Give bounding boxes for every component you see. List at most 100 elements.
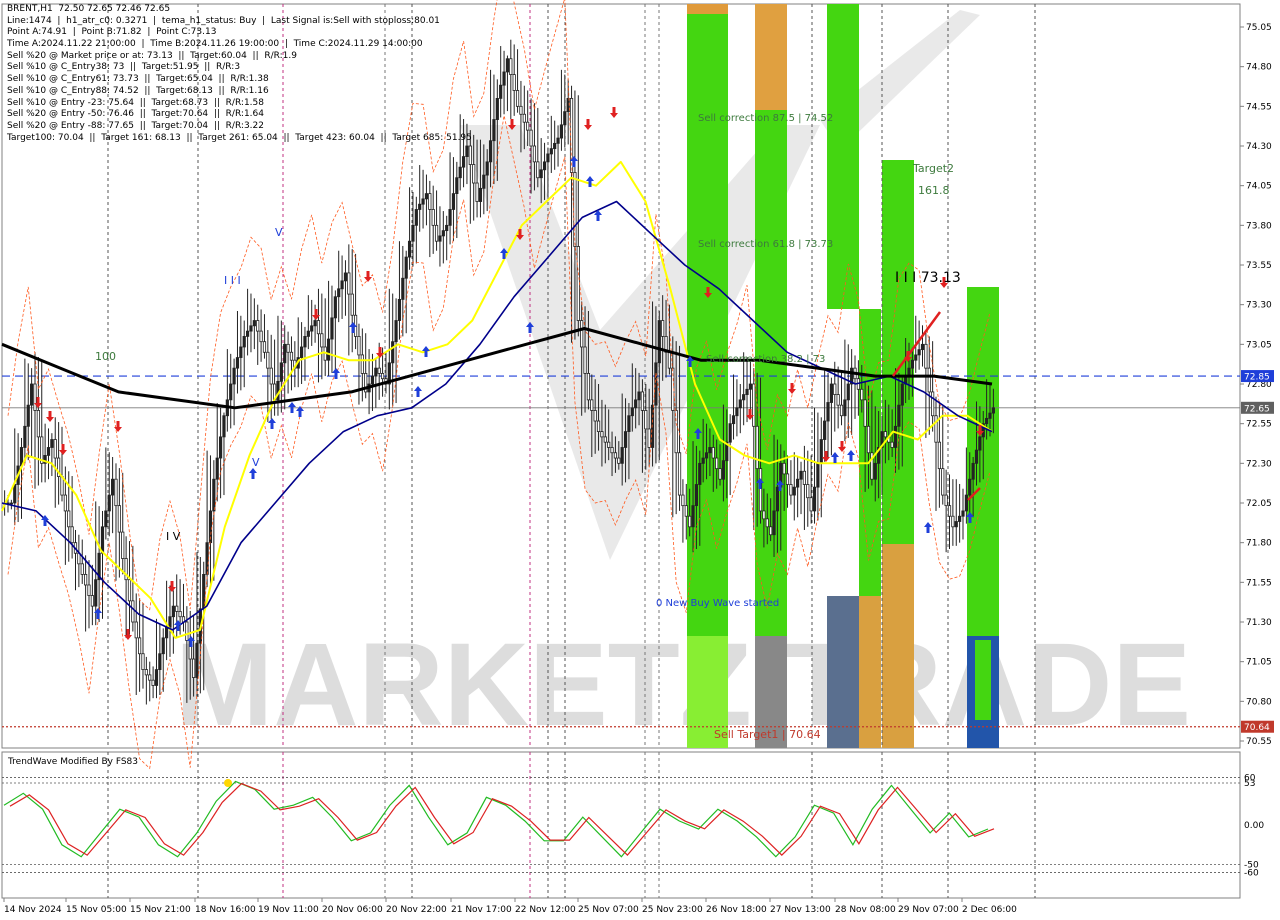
candle-body [256,320,260,332]
price-axis-label: 73.30 [1246,301,1272,311]
candle-body [590,399,594,411]
time-axis-label: 28 Nov 08:00 [835,905,896,915]
candle-body [782,462,786,475]
candle-body [860,388,864,401]
candle-body [667,351,672,369]
candle-body [799,470,803,480]
info-line: Sell %10 @ C_Entry61: 73.73 || Target:65… [7,74,269,85]
price-axis-label: 71.05 [1246,658,1272,668]
candle-body [148,674,152,681]
candle-body [407,240,412,258]
candle-body [661,320,665,337]
candle-body [488,140,493,163]
price-axis-label: 73.80 [1246,221,1272,231]
candle-body [630,407,634,417]
candle-body [242,335,246,348]
price-axis-label: 70.80 [1246,697,1272,707]
candle-body [647,428,651,448]
candle-body [920,343,925,351]
price-axis-label: 74.80 [1246,63,1272,73]
candle-body [708,447,712,454]
candle-body [934,415,938,443]
candle-body [640,391,645,411]
candle-body [114,478,118,507]
candle-body [138,637,142,655]
price-tag-label: 70.64 [1244,723,1270,733]
candle-body [262,341,267,353]
price-axis-label: 72.30 [1246,459,1272,469]
time-axis-label: 20 Nov 06:00 [322,905,383,915]
candle-body [185,621,189,641]
candle-body [529,129,533,147]
time-axis-label: 19 Nov 11:00 [258,905,319,915]
candle-body [532,145,537,163]
candle-body [549,148,553,155]
candle-body [23,425,27,448]
candle-body [84,574,88,586]
zone-bar-green [827,4,859,309]
indicator-title: TrendWave Modified By FS83 [7,757,138,767]
candle-body [843,399,847,417]
price-axis-label: 75.05 [1246,23,1272,33]
candle-body [117,505,121,533]
info-line: BRENT,H1 72.50 72.65 72.46 72.65 [7,4,171,14]
chart-annotation: Sell correction 87.5 | 74.52 [698,113,833,124]
chart-annotation: Target2 [912,162,954,175]
candle-body [758,468,763,512]
candle-body [475,182,479,202]
candle-body [326,338,331,361]
zone-bar-inner [975,640,991,720]
candle-body [580,320,584,348]
candle-body [691,505,695,528]
candle-body [829,383,833,403]
candle-body [971,462,975,480]
time-axis-label: 2 Dec 06:00 [962,905,1017,915]
candle-body [431,209,435,226]
candle-body [731,415,736,425]
candle-body [748,383,753,390]
zone-bar-slate [827,596,859,748]
candle-body [161,637,165,655]
candle-body [499,84,503,99]
zone-bar-orange [859,596,881,748]
candle-body [320,333,324,348]
candle-body [63,494,67,512]
candle-body [654,362,658,406]
candle-body [252,320,256,327]
indicator-axis-label: -60 [1244,869,1259,879]
candle-body [563,111,567,126]
candle-body [445,224,449,232]
candle-body [104,510,108,528]
candle-body [310,325,314,332]
candle-body [53,439,57,459]
candle-body [502,71,506,86]
candle-body [134,621,138,639]
candle-body [330,317,334,340]
info-line: Sell %20 @ Entry -50: 76.46 || Target:70… [7,109,264,120]
candle-body [50,439,54,448]
indicator-axis-label: 0.00 [1244,821,1264,831]
candle-body [964,494,968,512]
candle-body [215,457,219,480]
candle-body [401,277,405,300]
candle-body [70,526,74,544]
candle-body [991,407,995,414]
candle-body [735,407,739,417]
candle-body [175,605,179,612]
chart-annotation: I I I 73.13 [895,270,961,286]
info-line: Point A:74.91 | Point B:71.82 | Point C:… [7,27,217,38]
candle-body [377,367,381,374]
candle-body [836,394,840,406]
candle-body [681,494,685,507]
candle-body [512,74,516,91]
chart-annotation: Sell Target1 | 70.64 [714,728,821,741]
candle-body [816,462,820,488]
candle-body [121,531,125,559]
candle-body [819,439,823,464]
price-axis-label: 70.55 [1246,737,1272,747]
chart-annotation: Sell correction 61.8 | 73.73 [698,239,833,250]
candle-body [350,293,354,316]
candle-body [316,320,321,335]
candle-body [357,335,361,356]
candle-body [87,584,91,596]
